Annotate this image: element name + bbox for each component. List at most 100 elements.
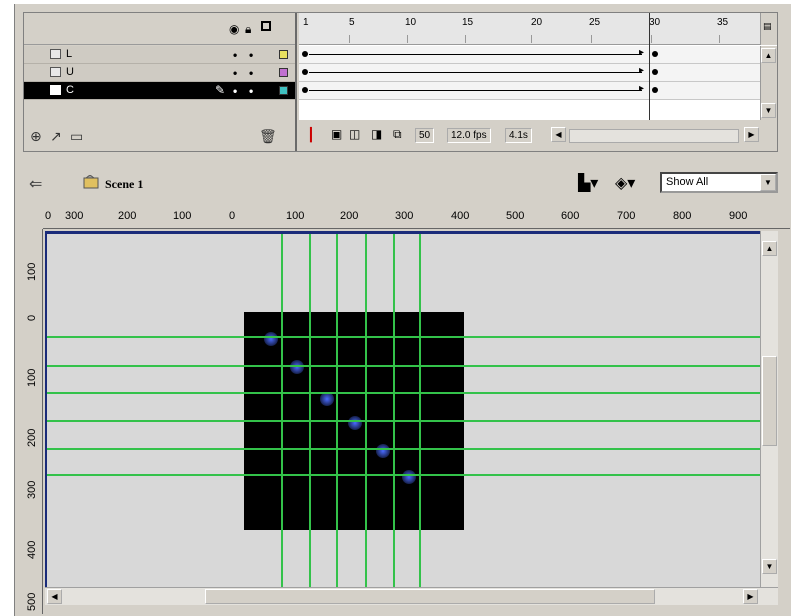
add-motion-guide-icon[interactable]: ↗	[50, 128, 62, 145]
layer-icon	[50, 49, 61, 59]
frame-number: 5	[349, 17, 355, 28]
horizontal-guide[interactable]	[47, 420, 760, 422]
vertical-guide[interactable]	[309, 234, 311, 587]
stage-vscroll[interactable]: ▲ ▼	[760, 231, 778, 587]
lock-icon[interactable]: 🔒︎	[245, 22, 251, 37]
outline-color-swatch[interactable]	[279, 68, 288, 77]
keyframe[interactable]	[302, 69, 308, 75]
elapsed-time: 4.1s	[505, 128, 532, 143]
lock-dot[interactable]: •	[249, 84, 253, 98]
visibility-dot[interactable]: •	[233, 48, 237, 62]
horizontal-guide[interactable]	[47, 365, 760, 367]
frame-number: 10	[405, 17, 417, 28]
onion-outline-icon[interactable]: ◨	[371, 127, 382, 141]
blue-dot[interactable]	[402, 470, 416, 484]
scroll-down-icon[interactable]: ▼	[762, 559, 777, 574]
tween-arrow	[309, 54, 642, 55]
delete-layer-icon[interactable]: 🗑︎	[259, 128, 277, 145]
edit-multiple-frames-icon[interactable]: ⧉	[393, 127, 402, 142]
scroll-down-icon[interactable]: ▼	[761, 103, 776, 118]
frame-row-c[interactable]: ▸	[299, 82, 763, 100]
ruler-label: 500	[506, 210, 525, 222]
tick	[531, 35, 532, 43]
onion-skin-icon[interactable]: ◫	[349, 127, 360, 141]
timeline-status-bar: ┃ ▣ ◫ ◨ ⧉ 50 12.0 fps 4.1s ◀ ▶	[299, 120, 777, 151]
blue-dot[interactable]	[348, 416, 362, 430]
horizontal-guide[interactable]	[47, 448, 760, 450]
tick	[719, 35, 720, 43]
ruler-label: 700	[617, 210, 636, 222]
keyframe[interactable]	[652, 51, 658, 57]
vertical-guide[interactable]	[281, 234, 283, 587]
frame-row-u[interactable]: ▸	[299, 64, 763, 82]
blue-dot[interactable]	[320, 392, 334, 406]
horizontal-ruler: 0 300 200 100 0 100 200 300 400 500 600 …	[43, 209, 790, 229]
edit-scene-icon[interactable]: ◈▾	[615, 173, 635, 193]
layer-row-c[interactable]: C ✎ • •	[24, 82, 295, 100]
blue-dot[interactable]	[290, 360, 304, 374]
horizontal-guide[interactable]	[47, 474, 760, 476]
playhead-marker-icon[interactable]: ┃	[307, 127, 315, 143]
vertical-ruler: 100 0 100 200 300 400 500	[23, 229, 43, 614]
horizontal-guide[interactable]	[47, 392, 760, 394]
scroll-up-icon[interactable]: ▲	[761, 48, 776, 63]
back-arrow-icon[interactable]: ⇐	[29, 174, 42, 194]
scroll-thumb[interactable]	[762, 356, 777, 446]
scroll-left-icon[interactable]: ◀	[47, 589, 62, 604]
keyframe[interactable]	[302, 87, 308, 93]
outline-color-swatch[interactable]	[279, 50, 288, 59]
tween-arrowhead-icon: ▸	[639, 83, 645, 94]
layer-icon	[50, 85, 61, 95]
ruler-label: 0	[229, 210, 236, 222]
keyframe[interactable]	[652, 87, 658, 93]
horizontal-guide[interactable]	[47, 336, 760, 338]
outline-icon[interactable]	[261, 21, 271, 31]
stage[interactable]	[45, 231, 760, 587]
center-frame-icon[interactable]: ▣	[331, 127, 342, 141]
zoom-select[interactable]: Show All ▼	[660, 172, 778, 193]
visibility-dot[interactable]: •	[233, 84, 237, 98]
pencil-icon: ✎	[215, 83, 226, 97]
layer-name: U	[66, 66, 74, 78]
scroll-thumb[interactable]	[205, 589, 655, 604]
stage-hscroll[interactable]: ◀ ▶	[45, 587, 778, 605]
scroll-right-icon[interactable]: ▶	[744, 127, 759, 142]
scroll-right-icon[interactable]: ▶	[743, 589, 758, 604]
edit-symbols-icon[interactable]: ▙▾	[578, 173, 598, 193]
vertical-guide[interactable]	[336, 234, 338, 587]
chevron-down-icon[interactable]: ▼	[760, 174, 776, 191]
insert-folder-icon[interactable]: ▭	[70, 128, 83, 145]
ruler-label: 0	[26, 314, 38, 321]
vertical-guide[interactable]	[419, 234, 421, 587]
keyframe[interactable]	[652, 69, 658, 75]
frames-panel: 1 5 10 15 20 25 30 35 ▤ ▸ ▸ ▸ ▲ ▼ ┃ ▣ ◫ …	[299, 13, 777, 151]
vertical-guide[interactable]	[365, 234, 367, 587]
ruler-label: 100	[173, 210, 192, 222]
frame-view-menu-icon[interactable]: ▤	[763, 21, 772, 32]
lock-dot[interactable]: •	[249, 48, 253, 62]
visibility-dot[interactable]: •	[233, 66, 237, 80]
layer-row-l[interactable]: L • •	[24, 46, 295, 64]
blue-dot[interactable]	[264, 332, 278, 346]
frame-rate: 12.0 fps	[447, 128, 491, 143]
frame-header-end: ▤	[760, 13, 777, 45]
keyframe[interactable]	[302, 51, 308, 57]
timeline-vscroll[interactable]: ▲ ▼	[760, 46, 777, 120]
scroll-up-icon[interactable]: ▲	[762, 241, 777, 256]
frame-row-l[interactable]: ▸	[299, 46, 763, 64]
timeline-hscroll-track[interactable]	[569, 129, 739, 143]
insert-layer-icon[interactable]: ⊕	[30, 128, 42, 145]
vertical-guide[interactable]	[393, 234, 395, 587]
ruler-label: 400	[26, 540, 38, 559]
lock-dot[interactable]: •	[249, 66, 253, 80]
outline-color-swatch[interactable]	[279, 86, 288, 95]
scene-icon	[83, 174, 99, 189]
ruler-label: 800	[673, 210, 692, 222]
ruler-label: 200	[26, 428, 38, 447]
scroll-left-icon[interactable]: ◀	[551, 127, 566, 142]
layer-row-u[interactable]: U • •	[24, 64, 295, 82]
tween-arrowhead-icon: ▸	[639, 65, 645, 76]
ruler-label: 300	[65, 210, 84, 222]
blue-dot[interactable]	[376, 444, 390, 458]
eye-icon[interactable]: ◉	[229, 22, 239, 36]
